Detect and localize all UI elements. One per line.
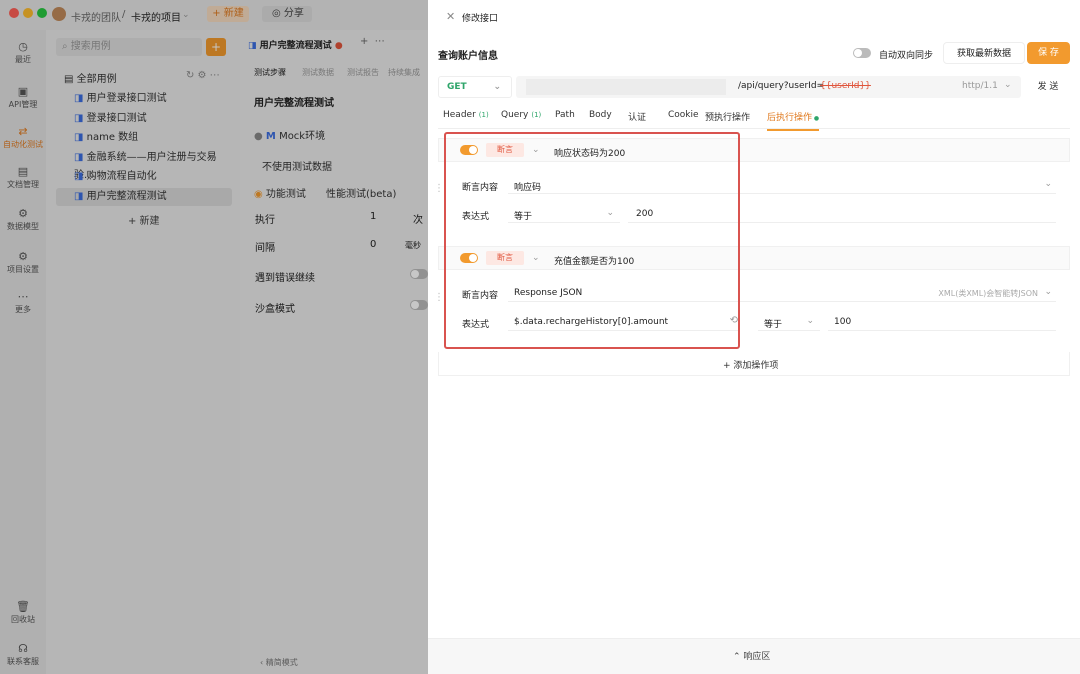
- assertion-2-operator-value: 等于: [764, 320, 783, 330]
- tab-path[interactable]: Path: [555, 110, 575, 126]
- drag-handle-icon[interactable]: ⋮: [434, 292, 444, 303]
- close-icon[interactable]: ✕: [446, 10, 455, 23]
- tab-label: Body: [589, 110, 612, 120]
- drag-handle-icon[interactable]: ⋮: [434, 183, 444, 194]
- method-select[interactable]: GET ⌄: [438, 76, 512, 98]
- sync-toggle[interactable]: [853, 48, 871, 58]
- api-name[interactable]: 查询账户信息: [438, 47, 498, 62]
- assertion-2-value: 100: [834, 317, 852, 327]
- tab-count: (1): [478, 111, 489, 119]
- response-label: 响应区: [743, 652, 771, 662]
- tabs-divider: [438, 128, 1070, 129]
- sync-label: 自动双向同步: [879, 51, 934, 61]
- tab-预执行操作[interactable]: 预执行操作: [705, 110, 750, 129]
- add-operation-button[interactable]: + 添加操作项: [723, 358, 778, 371]
- assertion-2-operator-select[interactable]: 等于 ⌄: [758, 309, 820, 331]
- active-dot: ●: [812, 115, 820, 122]
- tab-body[interactable]: Body: [589, 110, 612, 126]
- base-url-redacted: [526, 79, 726, 95]
- tab-后执行操作[interactable]: 后执行操作 ●: [767, 110, 820, 131]
- edit-api-drawer: ✕ 修改接口 查询账户信息 自动双向同步 获取最新数据 保 存 GET ⌄ /ap…: [428, 0, 1080, 674]
- send-button[interactable]: 发 送: [1026, 76, 1070, 98]
- tab-认证[interactable]: 认证: [628, 110, 646, 129]
- chevron-down-icon: ⌄: [806, 316, 814, 326]
- url-path: /api/query?userId=: [738, 81, 825, 91]
- chevron-down-icon: ⌄: [493, 82, 501, 92]
- tab-count: (1): [531, 111, 542, 119]
- chevron-down-icon: ⌄: [1004, 80, 1012, 90]
- tab-label: 认证: [628, 113, 647, 123]
- response-toggle[interactable]: ⌃ 响应区: [733, 649, 770, 662]
- url-input[interactable]: /api/query?userId= {{userId}} http/1.1 ⌄: [516, 76, 1021, 98]
- tab-query[interactable]: Query (1): [501, 110, 541, 126]
- drawer-title: 修改接口: [462, 14, 499, 24]
- highlight-annotation: [444, 132, 740, 349]
- modal-overlay[interactable]: [0, 0, 428, 674]
- assertion-2-json-hint: XML(类XML)会智能转JSON: [938, 289, 1038, 298]
- http-version[interactable]: http/1.1: [962, 81, 998, 91]
- tab-cookie[interactable]: Cookie: [668, 110, 699, 126]
- fetch-latest-button[interactable]: 获取最新数据: [943, 42, 1025, 64]
- tab-label: Query: [501, 110, 529, 120]
- tab-label: 后执行操作: [767, 113, 813, 123]
- url-param: {{userId}}: [820, 81, 871, 91]
- method-label: GET: [447, 82, 467, 92]
- save-button[interactable]: 保 存: [1027, 42, 1070, 64]
- chevron-up-icon: ⌃: [733, 652, 741, 662]
- tab-label: 预执行操作: [705, 113, 751, 123]
- chevron-down-icon: ⌄: [1044, 287, 1052, 297]
- tab-header[interactable]: Header (1): [443, 110, 489, 126]
- tab-label: Header: [443, 110, 476, 120]
- chevron-down-icon: ⌄: [1044, 179, 1052, 189]
- assertion-2-value-input[interactable]: 100: [828, 309, 1056, 331]
- tab-label: Path: [555, 110, 575, 120]
- tab-label: Cookie: [668, 110, 699, 120]
